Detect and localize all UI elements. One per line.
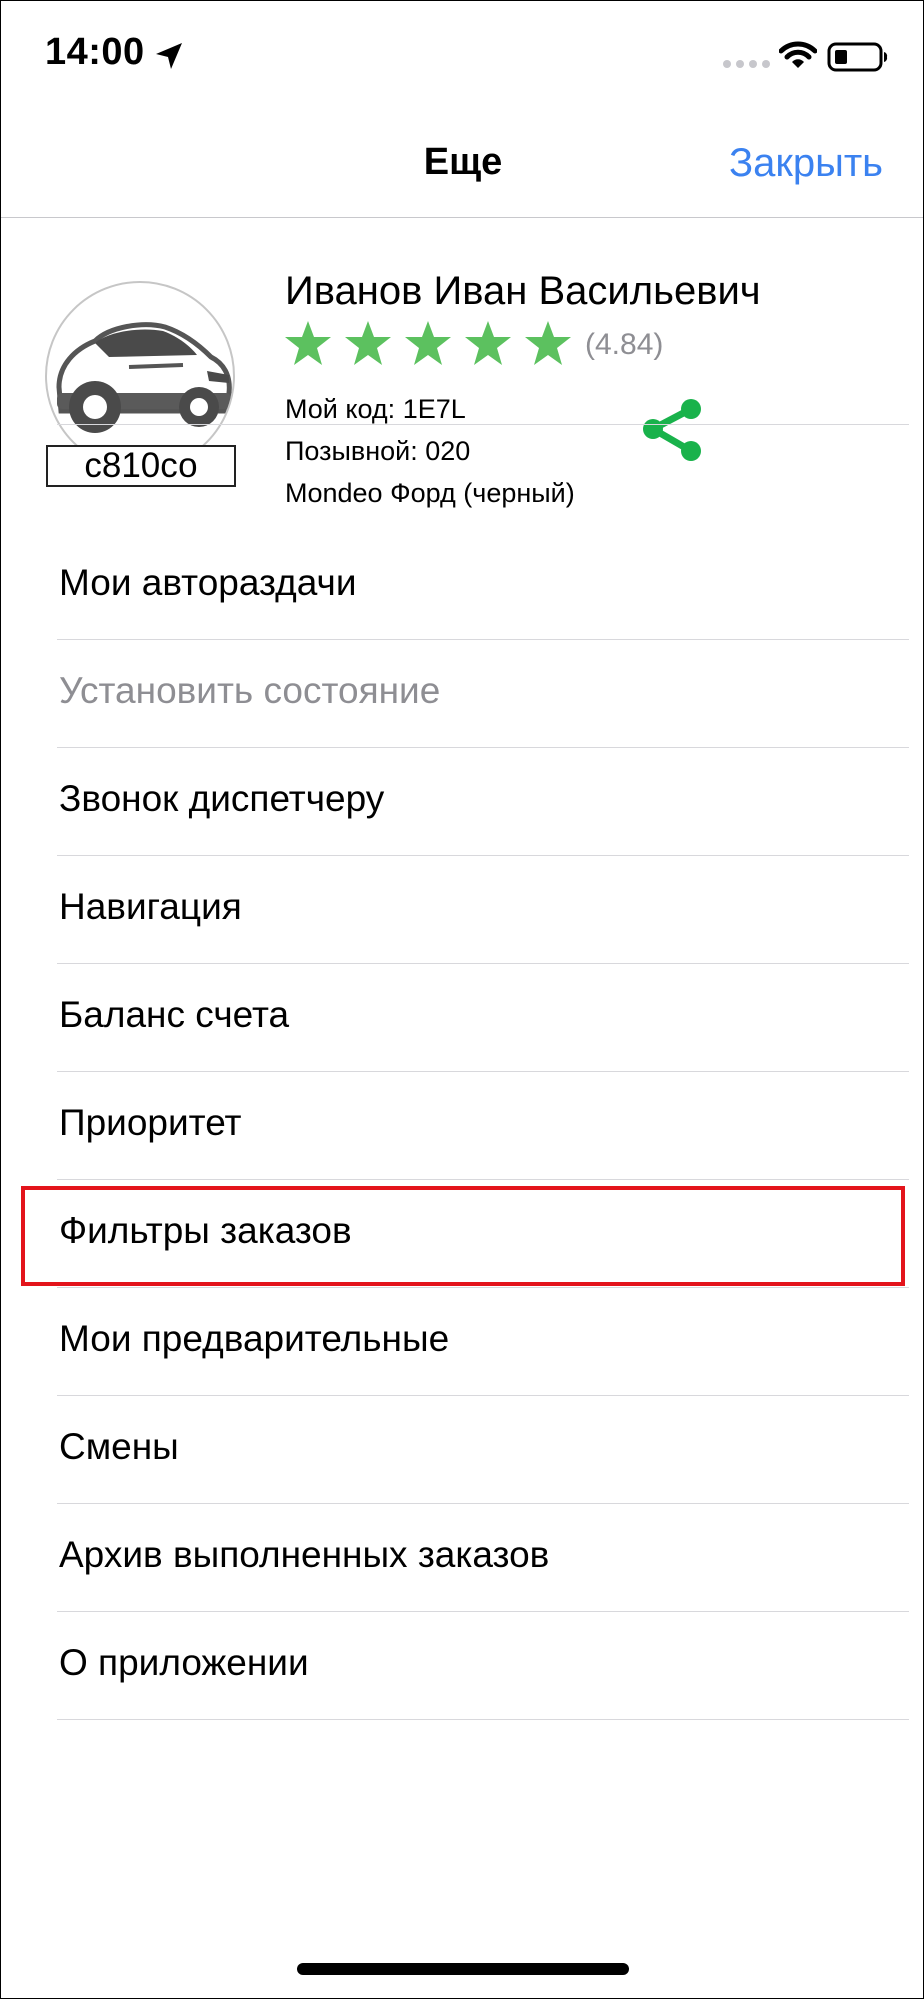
driver-name: Иванов Иван Васильевич (285, 269, 761, 313)
menu-item-set-status[interactable]: Установить состояние (57, 640, 909, 748)
nav-divider (1, 217, 923, 218)
menu-item-label: Смены (59, 1426, 179, 1467)
home-indicator[interactable] (297, 1963, 629, 1975)
rating-value: (4.84) (585, 328, 664, 361)
menu-item-priority[interactable]: Приоритет (57, 1072, 909, 1180)
screen: 14:00 Еще Закрыть с810со Иванов Иван Вас… (0, 0, 924, 1999)
menu-item-autodispatch[interactable]: Мои автораздачи (57, 532, 909, 640)
menu-item-label: Мои автораздачи (59, 562, 357, 603)
close-button[interactable]: Закрыть (729, 141, 883, 186)
profile-divider (57, 424, 909, 531)
menu-item-call-dispatcher[interactable]: Звонок диспетчеру (57, 748, 909, 856)
menu-item-label: Установить состояние (59, 670, 441, 711)
star-icon (405, 321, 451, 365)
star-icon (345, 321, 391, 365)
star-icon (525, 321, 571, 365)
menu-item-shifts[interactable]: Смены (57, 1396, 909, 1504)
menu-item-preorders[interactable]: Мои предварительные (57, 1288, 909, 1396)
cellular-signal-icon (723, 60, 770, 68)
menu-item-label: Архив выполненных заказов (59, 1534, 550, 1575)
menu-item-label: Навигация (59, 886, 242, 927)
menu-item-label: О приложении (59, 1642, 309, 1683)
menu-item-label: Звонок диспетчеру (59, 778, 385, 819)
menu-divider (57, 1719, 909, 1720)
star-icon (285, 321, 331, 365)
menu-item-label: Мои предварительные (59, 1318, 450, 1359)
rating-stars: (4.84) (283, 319, 663, 367)
status-time: 14:00 (45, 31, 145, 73)
battery-icon (827, 42, 888, 72)
location-arrow-icon (156, 43, 182, 69)
menu-item-label: Приоритет (59, 1102, 242, 1143)
menu-item-about[interactable]: О приложении (57, 1612, 909, 1720)
menu-item-order-archive[interactable]: Архив выполненных заказов (57, 1504, 909, 1612)
highlight-box (21, 1186, 905, 1286)
menu-item-label: Баланс счета (59, 994, 290, 1035)
menu-item-navigation[interactable]: Навигация (57, 856, 909, 964)
menu-item-balance[interactable]: Баланс счета (57, 964, 909, 1072)
wifi-icon (779, 41, 817, 68)
star-icon (465, 321, 511, 365)
driver-code: Мой код: 1E7L (285, 394, 466, 424)
